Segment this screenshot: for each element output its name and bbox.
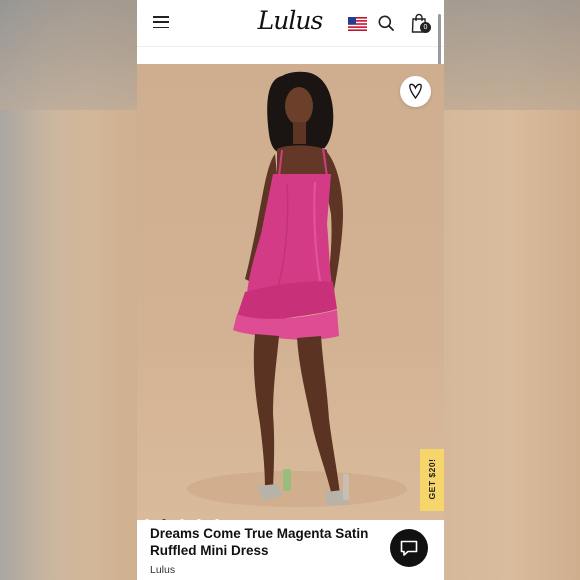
background-left [0,0,137,110]
us-flag-icon[interactable] [348,17,367,31]
carousel-dot[interactable] [214,519,219,520]
chat-button[interactable] [390,529,428,567]
carousel-dot[interactable] [179,519,184,520]
shopping-bag-button[interactable]: 0 [410,13,432,35]
lulus-logo[interactable]: Lulus [255,6,325,36]
product-image[interactable]: GET $20! [137,64,444,520]
phone-screen: Lulus 0 GET $20! Dreams Come True Magent… [137,0,444,580]
favorite-button[interactable] [400,76,431,107]
cart-count-badge: 0 [420,22,431,33]
product-title: Dreams Come True Magenta Satin Ruffled M… [150,526,369,558]
model-photo [187,71,407,507]
carousel-dots [145,510,228,520]
heart-icon [409,83,422,100]
get-20-promo-tab[interactable]: GET $20! [420,449,444,511]
search-icon[interactable] [378,15,394,31]
promo-label: GET $20! [427,458,437,500]
product-brand[interactable]: Lulus [150,564,175,576]
chat-icon [400,540,418,556]
background-right-top [444,0,580,110]
carousel-dot[interactable] [145,519,149,520]
carousel-dot[interactable] [197,519,202,520]
site-header: Lulus 0 [137,0,444,47]
hamburger-menu-icon[interactable] [153,16,169,29]
